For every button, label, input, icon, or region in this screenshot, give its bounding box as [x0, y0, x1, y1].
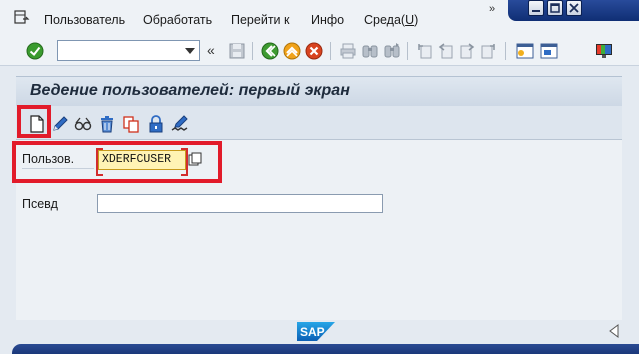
menu-item-environment[interactable]: Среда(U)	[364, 13, 418, 27]
menu-item-goto[interactable]: Перейти к	[231, 13, 289, 27]
toolbar-separator	[505, 42, 506, 60]
chevron-down-icon[interactable]	[185, 48, 195, 54]
menu-item-info[interactable]: Инфо	[311, 13, 344, 27]
menu-overflow-button[interactable]: »	[482, 0, 502, 22]
next-page-icon[interactable]	[458, 42, 476, 60]
back-icon[interactable]	[261, 42, 279, 60]
command-field[interactable]	[57, 40, 200, 61]
maximize-button[interactable]	[547, 0, 563, 16]
find-icon[interactable]	[361, 42, 379, 60]
enter-check-icon[interactable]	[26, 42, 44, 60]
customize-layout-icon[interactable]	[595, 42, 613, 60]
lock-icon[interactable]	[147, 115, 165, 133]
standard-toolbar: «	[0, 36, 639, 66]
exit-icon[interactable]	[283, 42, 301, 60]
change-password-icon[interactable]	[171, 115, 189, 133]
collapse-toolbar-button[interactable]: «	[207, 42, 215, 58]
print-icon[interactable]	[339, 42, 357, 60]
menu-item-edit[interactable]: Обработать	[143, 13, 212, 27]
save-icon[interactable]	[228, 42, 246, 60]
delete-trash-icon[interactable]	[98, 115, 116, 133]
status-expand-icon[interactable]	[609, 324, 619, 338]
menu-item-environment-label: Среда(	[364, 13, 406, 27]
create-button-highlight	[17, 105, 51, 138]
menu-item-environment-key: U	[405, 13, 415, 27]
last-page-icon[interactable]	[479, 42, 497, 60]
window-controls	[508, 0, 639, 21]
user-field-highlight	[12, 141, 222, 183]
shortcut-icon[interactable]	[540, 42, 558, 60]
application-toolbar	[16, 106, 622, 140]
toolbar-separator	[407, 42, 408, 60]
menu-icon[interactable]	[14, 10, 30, 24]
title-bar: Ведение пользователей: первый экран	[16, 76, 622, 106]
sap-logo: SAP	[297, 322, 335, 341]
display-glasses-icon[interactable]	[74, 115, 92, 133]
alias-label: Псевд	[22, 197, 58, 211]
status-bar	[12, 344, 639, 354]
toolbar-separator	[330, 42, 331, 60]
menu-item-user[interactable]: Пользователь	[44, 13, 125, 27]
change-pencil-icon[interactable]	[51, 115, 69, 133]
create-session-icon[interactable]	[516, 42, 534, 60]
prev-page-icon[interactable]	[437, 42, 455, 60]
maximize-icon	[550, 3, 560, 13]
alias-input[interactable]	[97, 194, 383, 213]
menu-item-environment-end: )	[414, 13, 419, 27]
sap-logo-text: SAP	[300, 325, 325, 339]
close-icon	[569, 3, 579, 13]
first-page-icon[interactable]	[416, 42, 434, 60]
find-next-icon[interactable]	[383, 42, 401, 60]
minimize-button[interactable]	[528, 0, 544, 16]
toolbar-separator	[252, 42, 253, 60]
minimize-icon	[532, 10, 540, 12]
cancel-icon[interactable]	[305, 42, 323, 60]
page-title: Ведение пользователей: первый экран	[30, 82, 350, 99]
copy-icon[interactable]	[122, 115, 140, 133]
close-button[interactable]	[566, 0, 582, 16]
